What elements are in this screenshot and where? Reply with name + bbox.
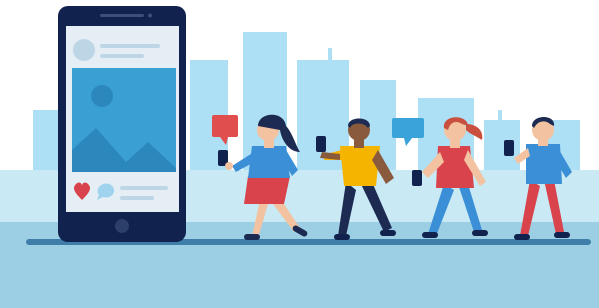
phone-in-hand-icon bbox=[316, 136, 326, 152]
illustration-canvas bbox=[0, 6, 599, 308]
image-placeholder-icon bbox=[72, 68, 176, 172]
phone-in-hand-icon bbox=[504, 140, 514, 156]
smartphone-icon bbox=[58, 6, 186, 242]
avatar-icon bbox=[73, 39, 95, 61]
illustration bbox=[0, 0, 599, 308]
phone-in-hand-icon bbox=[412, 170, 422, 186]
